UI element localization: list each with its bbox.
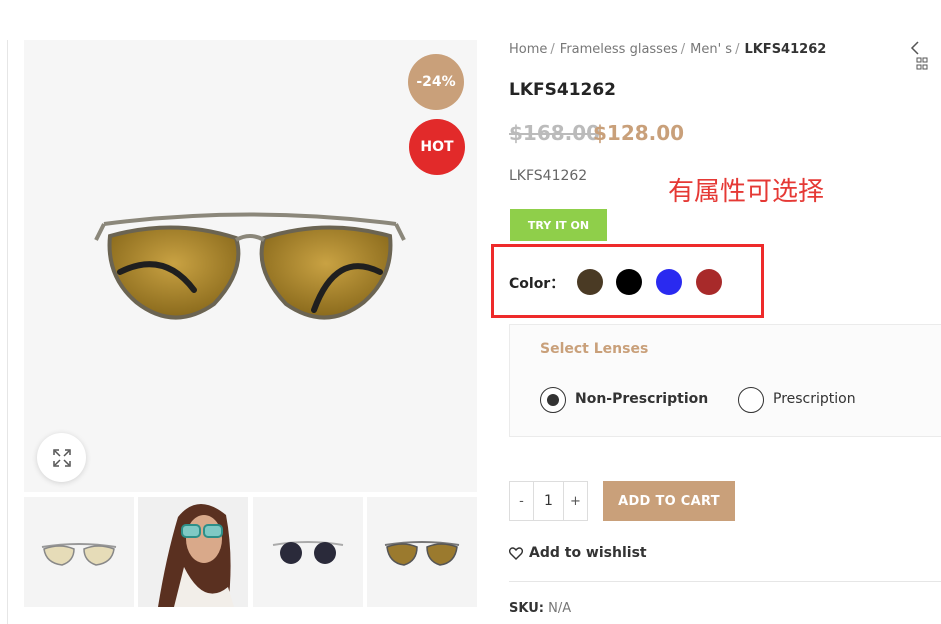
divider: [509, 581, 941, 582]
hot-badge: HOT: [409, 119, 465, 175]
breadcrumb-current: LKFS41262: [744, 42, 827, 57]
add-to-cart-button[interactable]: ADD TO CART: [603, 481, 735, 521]
wishlist-label: Add to wishlist: [529, 545, 647, 561]
add-to-wishlist-link[interactable]: Add to wishlist: [509, 545, 647, 561]
breadcrumb-separator: /: [550, 42, 555, 57]
model-wearing-glasses-thumb: [158, 503, 234, 607]
breadcrumb-home[interactable]: Home: [509, 42, 547, 57]
product-title: LKFS41262: [509, 80, 617, 100]
discount-badge: -24%: [408, 54, 464, 110]
sku-value: N/A: [548, 601, 572, 616]
sku-label: SKU:: [509, 601, 544, 616]
breadcrumb: Home / Frameless glasses / Men' s / LKFS41262: [509, 42, 826, 57]
thumbnail-3[interactable]: [253, 497, 363, 607]
quantity-input[interactable]: 1: [533, 482, 564, 520]
breadcrumb-category[interactable]: Frameless glasses: [560, 42, 678, 57]
breadcrumb-separator: /: [680, 42, 686, 57]
color-swatch-brown[interactable]: [577, 269, 603, 295]
sunglasses-light-thumb: [41, 543, 117, 566]
product-short-description: LKFS41262: [509, 168, 588, 184]
sunglasses-image: [94, 212, 406, 320]
thumbnail-2[interactable]: [138, 497, 248, 607]
grid-icon[interactable]: [916, 57, 928, 71]
quantity-increase-button[interactable]: +: [564, 482, 587, 520]
annotation-note: 有属性可选择: [668, 177, 825, 207]
radio-label-non-prescription[interactable]: Non-Prescription: [575, 391, 708, 407]
quantity-stepper: - 1 +: [509, 481, 588, 521]
color-swatch-red[interactable]: [696, 269, 722, 295]
sunglasses-brown-thumb: [384, 541, 460, 566]
color-swatch-black[interactable]: [616, 269, 642, 295]
radio-non-prescription[interactable]: [540, 387, 566, 413]
lens-section-title: Select Lenses: [540, 341, 649, 357]
chevron-left-icon[interactable]: [910, 41, 920, 55]
radio-prescription[interactable]: [738, 387, 764, 413]
color-swatch-blue[interactable]: [656, 269, 682, 295]
price-original: $168.00: [509, 121, 601, 145]
heart-icon: [509, 546, 523, 560]
price-sale: $128.00: [593, 121, 685, 145]
main-product-image[interactable]: -24% HOT: [24, 40, 477, 492]
thumbnail-4[interactable]: [367, 497, 477, 607]
expand-image-button[interactable]: [37, 433, 86, 482]
breadcrumb-subcategory[interactable]: Men' s: [690, 42, 732, 57]
radio-label-prescription[interactable]: Prescription: [773, 391, 856, 407]
thumbnail-1[interactable]: [24, 497, 134, 607]
sunglasses-dark-thumb: [272, 541, 344, 564]
expand-icon: [52, 448, 71, 467]
left-divider: [7, 40, 8, 624]
breadcrumb-separator: /: [735, 42, 740, 57]
try-it-on-button[interactable]: TRY IT ON: [510, 209, 607, 241]
product-nav: [910, 40, 941, 72]
quantity-decrease-button[interactable]: -: [510, 482, 533, 520]
sku-meta: SKU: N/A: [509, 601, 571, 616]
radio-selected-dot: [547, 394, 559, 406]
color-label: Color：: [509, 276, 565, 292]
